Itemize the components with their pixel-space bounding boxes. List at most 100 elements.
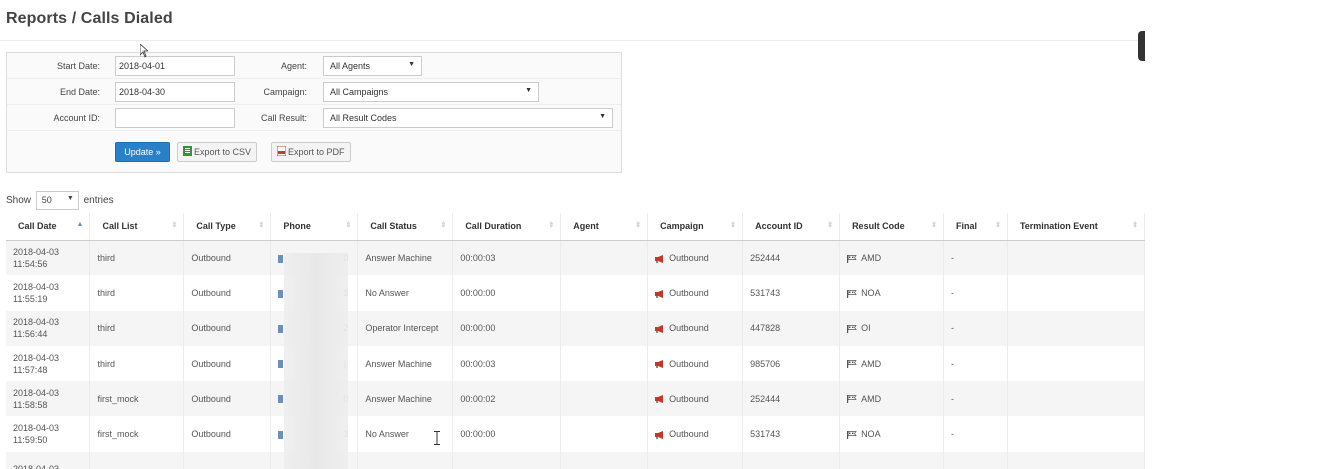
- column-header-call-list[interactable]: Call List ⇕: [89, 213, 185, 241]
- cell-agent: [560, 416, 649, 452]
- sort-icon: ⇕: [171, 222, 178, 229]
- column-header-result-code[interactable]: Result Code ⇕: [839, 213, 944, 241]
- column-header-campaign[interactable]: Campaign ⇕: [647, 213, 744, 241]
- cell-campaign: Outbound: [647, 416, 744, 452]
- cell-account: 447828: [742, 310, 841, 346]
- status-value: Answer Machine: [365, 393, 432, 404]
- cell-account: 252444: [742, 381, 841, 417]
- campaign-name: Outbound: [669, 393, 709, 404]
- cell-account: 252444: [742, 240, 841, 276]
- phone-icon: [278, 360, 284, 369]
- cell-termination: [1007, 416, 1145, 452]
- column-header-call-duration[interactable]: Call Duration ⇕: [452, 213, 562, 241]
- list-value: third: [97, 323, 115, 334]
- cell-duration: [452, 451, 562, 469]
- megaphone-icon: [655, 289, 664, 298]
- column-header-termination-event[interactable]: Termination Event ⇕: [1007, 213, 1145, 241]
- cell-termination: [1007, 275, 1145, 311]
- cell-agent: [560, 381, 649, 417]
- table-header-row: Call Date ▲ Call List ⇕ Call Type ⇕ Phone ⇕ Call…: [6, 213, 1145, 241]
- cell-list: first_mock: [89, 381, 185, 417]
- megaphone-icon: [655, 395, 664, 404]
- call-result-select[interactable]: All Result Codes ▼: [323, 108, 613, 128]
- cell-type: Outbound: [183, 345, 272, 382]
- flag-icon: [847, 254, 857, 263]
- column-header-label: Campaign: [660, 221, 704, 232]
- column-header-call-type[interactable]: Call Type ⇕: [183, 213, 272, 241]
- export-pdf-button[interactable]: Export to PDF: [271, 142, 351, 162]
- cell-campaign: Outbound: [647, 345, 744, 382]
- result-code: AMD: [861, 252, 882, 263]
- cell-type: Outbound: [183, 381, 272, 417]
- column-header-phone[interactable]: Phone ⇕: [270, 213, 359, 241]
- redacted-phone-overlay: [284, 253, 348, 469]
- filter-row-1: Start Date: 2018-04-01 Agent: All Agents…: [7, 53, 621, 79]
- column-header-final[interactable]: Final ⇕: [943, 213, 1008, 241]
- table-row[interactable]: 2018-04-0311:58:58first_mockOutbound0Ans…: [6, 381, 1145, 417]
- cell-duration: 00:00:03: [452, 240, 562, 276]
- cell-final: -: [943, 416, 1008, 452]
- cell-list: third: [89, 345, 185, 382]
- page-length-select[interactable]: 50 ▼: [35, 191, 79, 210]
- table-row[interactable]: 2018-04-03: [6, 451, 1145, 469]
- cell-type: Outbound: [183, 275, 272, 311]
- update-button[interactable]: Update »: [115, 142, 170, 162]
- cell-status: Operator Intercept: [357, 310, 454, 346]
- campaign-select-value: All Campaigns: [330, 87, 389, 97]
- table-row[interactable]: 2018-04-0311:55:19thirdOutbound3No Answe…: [6, 275, 1145, 311]
- chevron-down-icon: ▼: [66, 195, 74, 202]
- call-date-time: 11:59:50: [13, 435, 48, 446]
- agent-select[interactable]: All Agents ▼: [323, 56, 422, 76]
- cell-call-date: 2018-04-03 11:57:48: [6, 345, 91, 382]
- column-header-agent[interactable]: Agent ⇕: [560, 213, 649, 241]
- table-row[interactable]: 2018-04-0311:57:48thirdOutbound)Answer M…: [6, 345, 1145, 382]
- call-date-day: 2018-04-03: [13, 352, 60, 363]
- cell-list: third: [89, 275, 185, 311]
- export-csv-button[interactable]: Export to CSV: [177, 142, 258, 162]
- start-date-input[interactable]: 2018-04-01: [115, 56, 235, 76]
- column-header-label: Termination Event: [1019, 221, 1098, 232]
- sort-icon: ⇕: [635, 222, 642, 229]
- side-panel-tab[interactable]: [1138, 31, 1145, 61]
- cell-call-date: 2018-04-03 11:59:50: [6, 416, 91, 452]
- phone-icon: [278, 395, 284, 404]
- table-row[interactable]: 2018-04-0311:59:50first_mockOutbound3No …: [6, 416, 1145, 452]
- cell-account: 531743: [742, 275, 841, 311]
- sort-icon: ⇕: [440, 222, 447, 229]
- call-date-time: 11:58:58: [13, 399, 48, 410]
- table-body: 2018-04-0311:54:56thirdOutbound0Answer M…: [6, 240, 1145, 469]
- account-id-input[interactable]: [115, 108, 235, 128]
- cell-account: 985706: [742, 345, 841, 382]
- result-code: OI: [861, 323, 871, 334]
- cell-result: AMD: [839, 240, 944, 276]
- export-pdf-label: Export to PDF: [288, 147, 345, 157]
- cell-status: Answer Machine: [357, 240, 454, 276]
- column-header-account-id[interactable]: Account ID ⇕: [742, 213, 841, 241]
- end-date-input[interactable]: 2018-04-30: [115, 82, 235, 102]
- cell-final: -: [943, 240, 1008, 276]
- chevron-down-icon: ▼: [408, 61, 415, 68]
- campaign-select[interactable]: All Campaigns ▼: [323, 82, 539, 102]
- megaphone-icon: [655, 360, 664, 369]
- cell-result: NOA: [839, 416, 944, 452]
- account-value: 252444: [750, 252, 781, 263]
- cell-campaign: [647, 451, 744, 469]
- sort-icon: ⇕: [995, 222, 1001, 229]
- table-row[interactable]: 2018-04-0311:54:56thirdOutbound0Answer M…: [6, 240, 1145, 276]
- cell-agent: [560, 240, 649, 276]
- cell-type: Outbound: [183, 416, 272, 452]
- cell-list: first_mock: [89, 416, 185, 452]
- column-header-label: Final: [956, 221, 978, 232]
- duration-value: 00:00:00: [460, 287, 496, 298]
- column-header-call-date[interactable]: Call Date ▲: [6, 213, 91, 241]
- column-header-call-status[interactable]: Call Status ⇕: [357, 213, 454, 241]
- column-header-label: Call Status: [370, 221, 417, 232]
- cell-account: 531743: [742, 416, 841, 452]
- export-csv-label: Export to CSV: [194, 147, 252, 157]
- type-value: Outbound: [191, 429, 231, 440]
- cell-final: -: [943, 345, 1008, 382]
- list-value: third: [97, 252, 115, 263]
- table-row[interactable]: 2018-04-0311:56:44thirdOutbound2Operator…: [6, 310, 1145, 346]
- call-result-select-value: All Result Codes: [330, 113, 397, 123]
- sort-asc-icon: ▲: [76, 221, 84, 228]
